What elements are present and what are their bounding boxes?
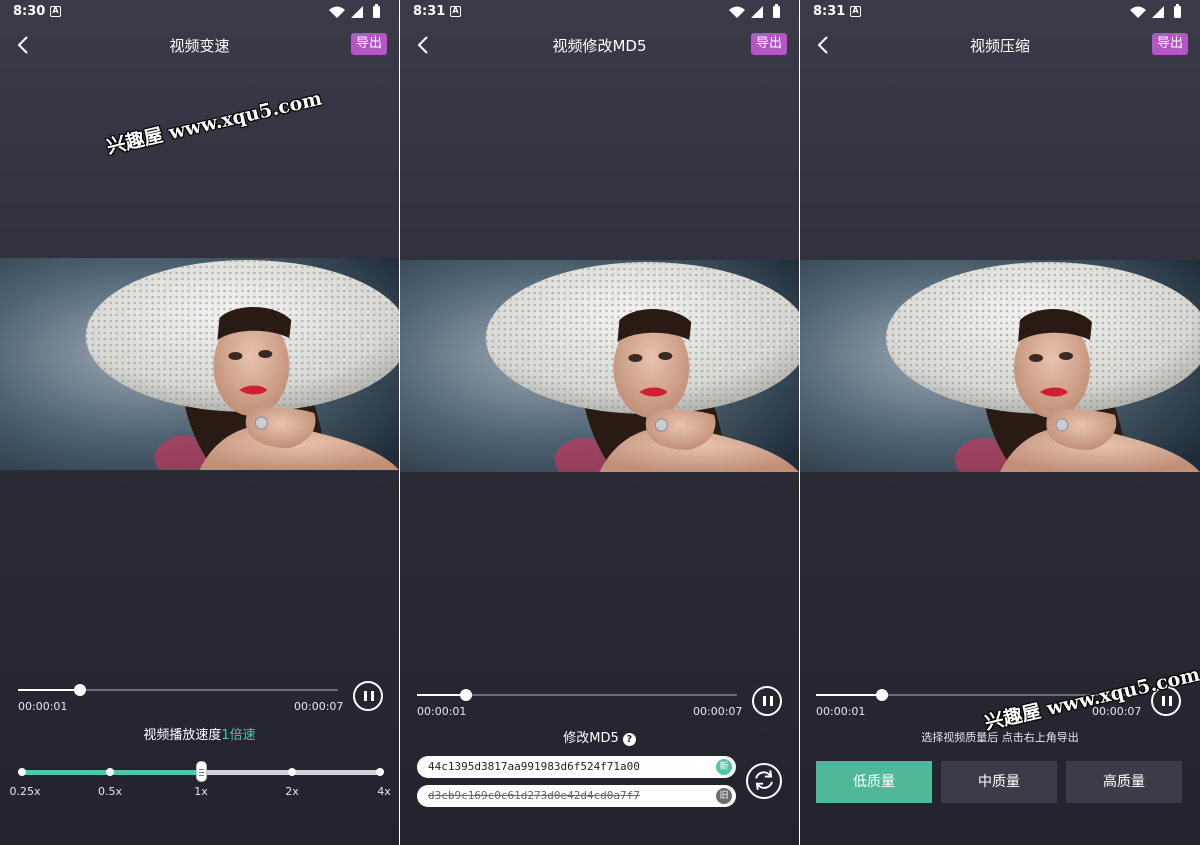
- current-time: 00:00:01: [417, 705, 467, 718]
- refresh-md5-button[interactable]: [746, 763, 782, 799]
- md5-caption-text: 修改MD5: [563, 731, 619, 746]
- pause-icon: [763, 696, 766, 706]
- speed-panel: 8:30 A 视频变速 导出 兴趣屋 www.xqu5.com 00:00:01…: [0, 0, 399, 845]
- back-button[interactable]: [14, 34, 32, 56]
- video-preview[interactable]: [0, 258, 399, 470]
- page-title: 视频压缩: [969, 37, 1030, 55]
- compress-panel: 8:31 A 视频压缩 导出 00:00:01 00:00:07 兴趣屋 www…: [800, 0, 1200, 845]
- seek-bar[interactable]: [18, 684, 338, 696]
- video-preview[interactable]: [400, 260, 799, 472]
- status-bar: 8:31 A: [400, 0, 799, 24]
- notification-icon: A: [850, 6, 861, 17]
- low-quality-button[interactable]: 低质量: [816, 761, 932, 803]
- page-title: 视频变速: [169, 37, 230, 55]
- seek-bar-progress: [816, 694, 882, 696]
- speed-label-0.5x: 0.5x: [97, 785, 123, 798]
- seek-bar-progress: [417, 694, 466, 696]
- video-preview[interactable]: [800, 260, 1200, 472]
- high-quality-button[interactable]: 高质量: [1066, 761, 1182, 803]
- pause-button[interactable]: [752, 686, 782, 716]
- help-icon[interactable]: ?: [622, 733, 636, 746]
- speed-stop-2x[interactable]: [288, 768, 296, 776]
- new-tag-badge: 新: [716, 759, 732, 775]
- status-icons: [329, 4, 380, 18]
- speed-stop-4x[interactable]: [376, 768, 384, 776]
- export-button[interactable]: 导出: [751, 33, 787, 55]
- new-md5-value: 44c1395d3817aa991983d6f524f71a00: [428, 760, 640, 773]
- seek-bar[interactable]: [417, 689, 737, 701]
- status-time: 8:30: [13, 4, 46, 19]
- old-md5-value: d3cb9c169c0c61d273d0e42d4cd0a7f7: [428, 789, 640, 802]
- refresh-icon: [755, 770, 773, 791]
- md5-caption: 修改MD5?: [400, 727, 799, 746]
- status-time: 8:31: [813, 4, 846, 19]
- compress-caption: 选择视频质量后 点击右上角导出: [921, 731, 1079, 744]
- total-time: 00:00:07: [693, 705, 743, 718]
- seek-bar-progress: [18, 689, 80, 691]
- status-icons: [729, 4, 780, 18]
- status-time: 8:31: [413, 4, 446, 19]
- pause-icon: [1162, 696, 1165, 706]
- export-button[interactable]: 导出: [351, 33, 387, 55]
- medium-quality-button[interactable]: 中质量: [941, 761, 1057, 803]
- speed-caption-value: 1倍速: [221, 728, 256, 743]
- export-button[interactable]: 导出: [1152, 33, 1188, 55]
- notification-icon: A: [50, 6, 61, 17]
- status-bar: 8:31 A: [800, 0, 1200, 24]
- speed-label-1x: 1x: [194, 785, 208, 798]
- seek-thumb[interactable]: [74, 684, 86, 696]
- speed-label-2x: 2x: [285, 785, 299, 798]
- speed-stop-0.25x[interactable]: [18, 768, 26, 776]
- speed-slider[interactable]: [18, 761, 384, 782]
- speed-caption-prefix: 视频播放速度: [143, 728, 222, 743]
- status-bar: 8:30 A: [0, 0, 399, 24]
- current-time: 00:00:01: [18, 700, 68, 713]
- speed-label-0.25x: 0.25x: [9, 785, 41, 798]
- notification-icon: A: [450, 6, 461, 17]
- speed-caption: 视频播放速度1倍速: [0, 724, 399, 743]
- total-time: 00:00:07: [294, 700, 344, 713]
- watermark: 兴趣屋 www.xqu5.com: [104, 87, 324, 159]
- old-tag-badge: 旧: [716, 788, 732, 804]
- current-time: 00:00:01: [816, 705, 866, 718]
- page-title: 视频修改MD5: [552, 37, 647, 55]
- speed-label-4x: 4x: [377, 785, 391, 798]
- seek-thumb[interactable]: [460, 689, 472, 701]
- status-icons: [1130, 4, 1181, 18]
- speed-handle[interactable]: [196, 761, 207, 782]
- new-md5-field: 44c1395d3817aa991983d6f524f71a00 新: [417, 756, 736, 778]
- speed-stop-0.5x[interactable]: [106, 768, 114, 776]
- old-md5-field: d3cb9c169c0c61d273d0e42d4cd0a7f7 旧: [417, 785, 736, 807]
- back-button[interactable]: [414, 34, 432, 56]
- seek-thumb[interactable]: [876, 689, 888, 701]
- pause-button[interactable]: [353, 681, 383, 711]
- md5-panel: 8:31 A 视频修改MD5 导出 00:00:01 00:00:07 修改MD…: [400, 0, 799, 845]
- pause-icon: [364, 691, 367, 701]
- back-button[interactable]: [814, 34, 832, 56]
